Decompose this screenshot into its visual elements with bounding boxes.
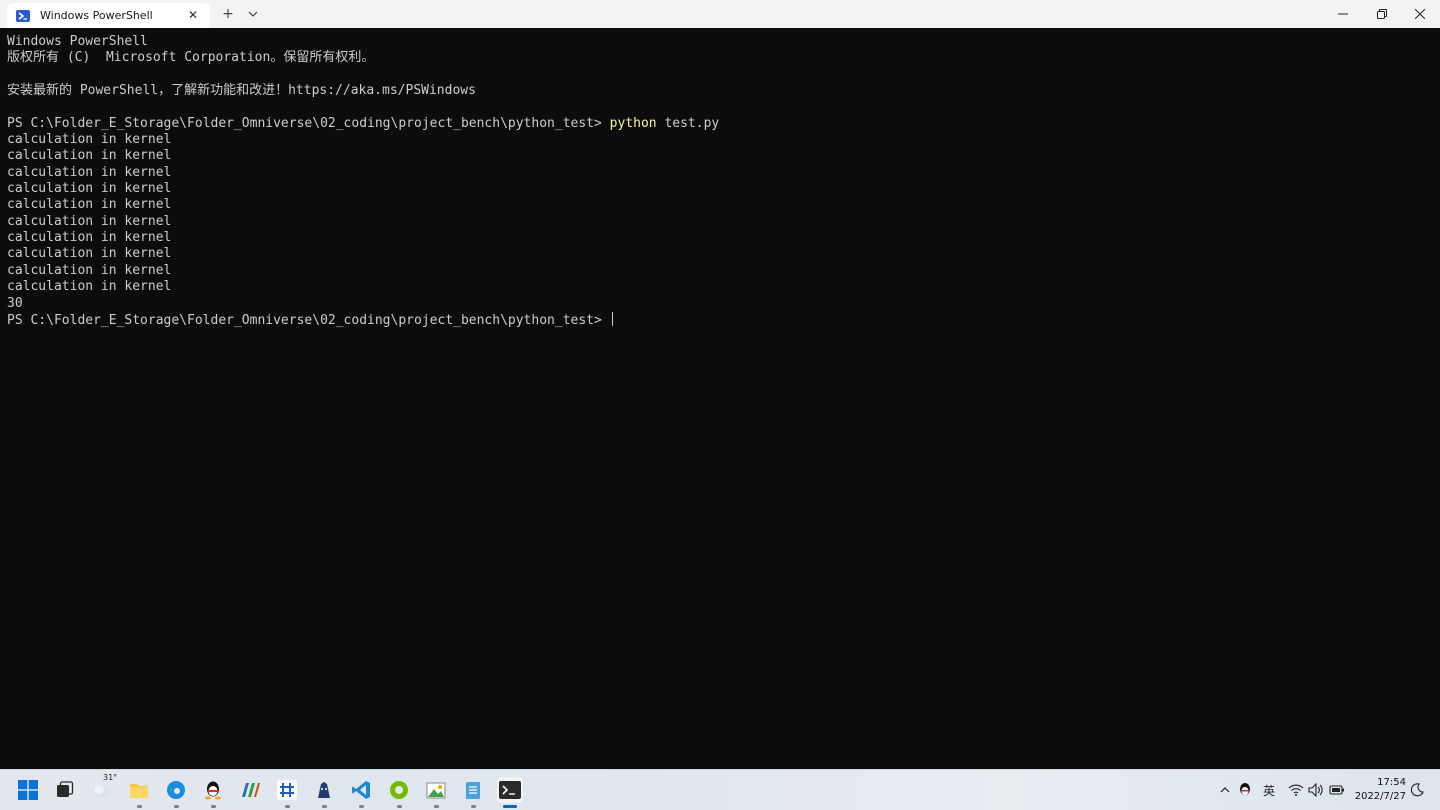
wifi-icon[interactable] [1287,781,1305,799]
running-indicator [210,805,216,808]
active-indicator [503,805,517,808]
output-line: calculation in kernel [7,230,172,246]
new-tab-button[interactable]: + [219,5,237,23]
edge-icon[interactable] [163,777,189,808]
output-line: 30 [7,295,23,311]
task-view-icon[interactable] [52,777,78,803]
tray-overflow-chevron-icon[interactable] [1216,781,1234,799]
command-line: PS C:\Folder_E_Storage\Folder_Omniverse\… [7,116,1440,132]
input-language-indicator[interactable]: 英 [1260,781,1278,799]
qq-tray-icon[interactable] [1236,781,1254,799]
matlab-icon[interactable] [237,777,263,803]
output-line: calculation in kernel [7,181,172,197]
terminal-line: 安装最新的 PowerShell，了解新功能和改进！https://aka.ms… [7,83,476,99]
running-indicator [136,805,142,808]
photo-icon[interactable] [423,777,449,808]
volume-icon[interactable] [1307,781,1325,799]
vscode-icon[interactable] [348,777,374,808]
windows-start-icon[interactable] [15,777,41,803]
qq-icon[interactable] [200,777,226,808]
running-indicator [396,805,402,808]
terminal-output[interactable]: Windows PowerShell 版权所有 (C) Microsoft Co… [0,28,1440,769]
input-line[interactable]: PS C:\Folder_E_Storage\Folder_Omniverse\… [7,311,1440,328]
omniverse-icon[interactable] [386,777,412,808]
output-line: calculation in kernel [7,197,172,213]
tab-windows-powershell[interactable]: Windows PowerShell ✕ [7,3,210,28]
prompt: PS C:\Folder_E_Storage\Folder_Omniverse\… [7,312,610,328]
tab-title: Windows PowerShell [40,9,153,22]
weather-icon[interactable]: 31° [89,773,117,803]
notification-moon-icon[interactable] [1408,781,1426,799]
terminal-line: 版权所有 (C) Microsoft Corporation。保留所有权利。 [7,50,375,66]
restore-button[interactable] [1363,0,1401,28]
app-icon[interactable] [274,777,300,808]
title-bar: Windows PowerShell ✕ + [0,0,1440,28]
output-line: calculation in kernel [7,132,172,148]
command-args: test.py [656,115,720,131]
notepad-icon[interactable] [460,777,486,808]
system-clock[interactable]: 17:54 2022/7/27 [1350,776,1406,804]
running-indicator [284,805,290,808]
terminal-icon[interactable] [497,777,523,808]
output-line: calculation in kernel [7,246,172,262]
file-explorer-icon[interactable] [126,777,152,808]
tab-close-icon[interactable]: ✕ [186,8,200,22]
terminal-line: Windows PowerShell [7,34,148,49]
prompt: PS C:\Folder_E_Storage\Folder_Omniverse\… [7,115,610,131]
running-indicator [173,805,179,808]
output-line: calculation in kernel [7,279,172,295]
tab-dropdown-chevron-icon[interactable] [245,5,261,23]
running-indicator [321,805,327,808]
clock-time: 17:54 [1377,777,1406,788]
output-line: calculation in kernel [7,213,172,229]
weather-temperature: 31° [103,773,118,782]
clock-date: 2022/7/27 [1354,791,1406,802]
running-indicator [358,805,364,808]
taskbar: 31° 英 17:54 2022/7/27 [0,769,1440,810]
powershell-icon [16,9,30,23]
command-name: python [609,115,657,131]
output-line: calculation in kernel [7,164,172,180]
running-indicator [433,805,439,808]
running-indicator [470,805,476,808]
pycharm-icon[interactable] [311,777,337,808]
minimize-button[interactable] [1324,0,1362,28]
output-line: calculation in kernel [7,148,172,164]
text-cursor [611,311,613,326]
output-line: calculation in kernel [7,262,172,278]
battery-icon[interactable] [1328,781,1346,799]
close-window-button[interactable] [1401,0,1439,28]
